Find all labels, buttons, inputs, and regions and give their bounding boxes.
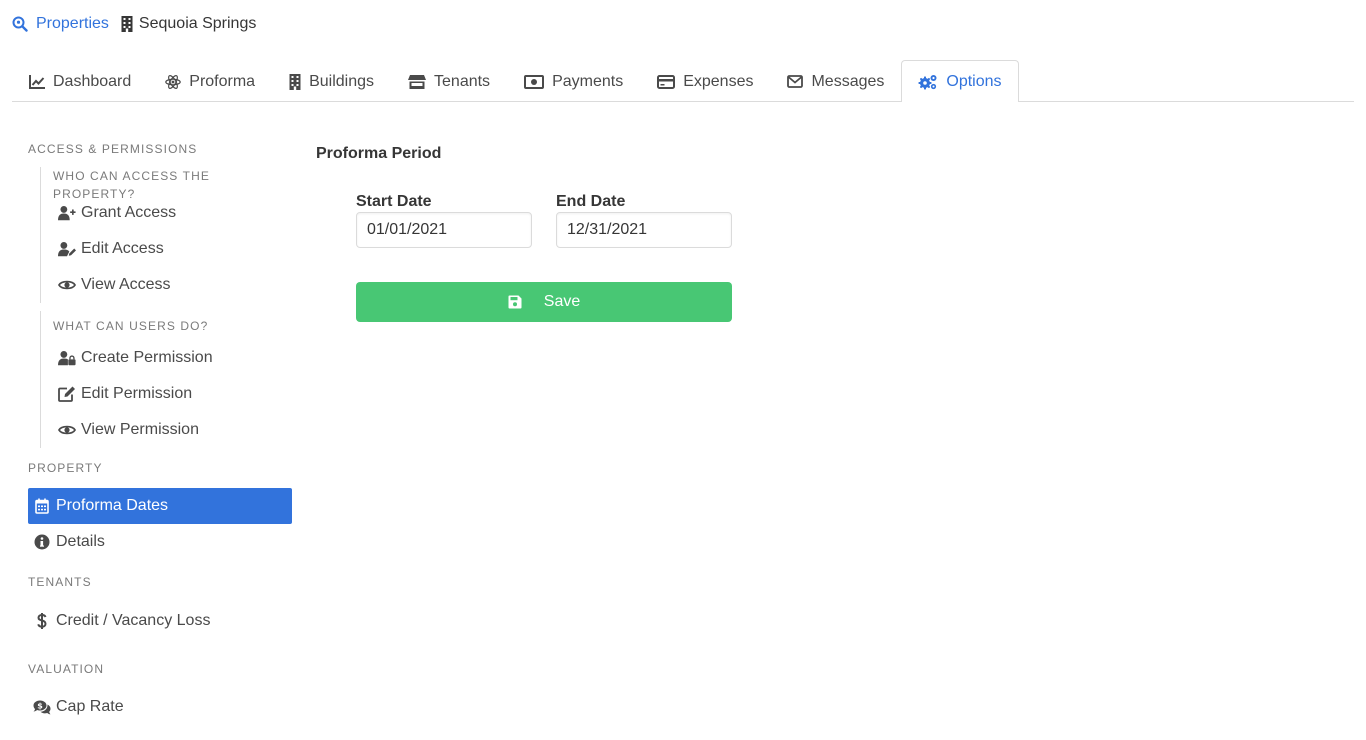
tab-proforma[interactable]: Proforma: [148, 60, 272, 102]
menu-item-cap-rate-label: Cap Rate: [56, 698, 124, 715]
chart-line-icon: [29, 74, 45, 89]
tab-buildings-label: Buildings: [309, 72, 375, 90]
user-plus-icon: [58, 205, 76, 221]
tab-proforma-label: Proforma: [189, 72, 256, 90]
svg-text:$: $: [37, 701, 43, 710]
tab-options[interactable]: Options: [901, 60, 1019, 102]
breadcrumb-current-label: Sequoia Springs: [138, 15, 257, 32]
menu-item-create-permission-label: Create Permission: [81, 349, 213, 366]
comments-dollar-icon: $: [33, 700, 51, 715]
money-bill-icon: [524, 74, 545, 89]
menu-item-create-permission[interactable]: Create Permission: [53, 340, 292, 376]
permission-group: What can users do? Create Permission Edi…: [40, 311, 292, 448]
tenants-list: Credit / Vacancy Loss: [28, 603, 292, 639]
tab-tenants[interactable]: Tenants: [391, 60, 507, 102]
tab-tenants-label: Tenants: [434, 72, 491, 90]
menu-item-credit-vacancy-loss-label: Credit / Vacancy Loss: [56, 612, 211, 629]
tab-messages-label: Messages: [811, 72, 885, 90]
menu-item-proforma-dates-label: Proforma Dates: [56, 497, 169, 514]
menu-item-edit-access-label: Edit Access: [81, 240, 164, 257]
menu-item-view-access[interactable]: View Access: [53, 267, 292, 303]
start-date-field: Start Date: [356, 192, 532, 248]
main-tabs: Dashboard Proforma Buildings Tenants Pay…: [12, 60, 1354, 102]
menu-item-credit-vacancy-loss[interactable]: Credit / Vacancy Loss: [28, 603, 292, 639]
menu-item-proforma-dates[interactable]: Proforma Dates: [28, 488, 292, 524]
breadcrumb-properties-label: Properties: [36, 15, 109, 32]
menu-item-edit-permission[interactable]: Edit Permission: [53, 376, 292, 412]
menu-item-details[interactable]: Details: [28, 524, 292, 560]
save-button-label: Save: [543, 293, 581, 310]
edit-icon: [58, 386, 76, 402]
menu-item-details-label: Details: [56, 533, 105, 550]
menu-item-view-permission-label: View Permission: [81, 421, 199, 438]
menu-item-view-access-label: View Access: [81, 276, 171, 293]
who-list: Grant Access Edit Access View Access: [53, 195, 292, 303]
menu-item-view-permission[interactable]: View Permission: [53, 412, 292, 448]
store-icon: [408, 74, 427, 89]
menu-item-edit-permission-label: Edit Permission: [81, 385, 193, 402]
tab-messages[interactable]: Messages: [770, 60, 901, 102]
eye-icon: [58, 279, 76, 291]
menu-item-edit-access[interactable]: Edit Access: [53, 231, 292, 267]
search-location-icon: [12, 16, 28, 32]
tab-buildings[interactable]: Buildings: [272, 60, 391, 102]
react-atom-icon: [165, 74, 182, 90]
eye-icon: [58, 424, 76, 436]
menu-label-valuation: Valuation: [28, 662, 105, 676]
info-circle-icon: [33, 534, 51, 550]
start-date-input[interactable]: [356, 212, 532, 248]
tab-expenses[interactable]: Expenses: [640, 60, 770, 102]
tab-payments-label: Payments: [552, 72, 624, 90]
tab-payments[interactable]: Payments: [507, 60, 640, 102]
section-title: Proforma Period: [316, 145, 442, 162]
breadcrumb-properties-link[interactable]: Properties: [12, 15, 109, 33]
menu-label-property: Property: [28, 461, 103, 475]
tab-expenses-label: Expenses: [683, 72, 754, 90]
options-menu: Access & Permissions Who can access the …: [28, 140, 292, 725]
tab-dashboard[interactable]: Dashboard: [12, 60, 148, 102]
end-date-input[interactable]: [556, 212, 732, 248]
tab-options-label: Options: [946, 72, 1002, 90]
proforma-dates-panel: Proforma Period Start Date End Date Save: [316, 140, 732, 322]
calendar-icon: [33, 498, 51, 514]
envelope-icon: [787, 75, 804, 88]
menu-sublabel-what: What can users do?: [53, 319, 209, 333]
dollar-sign-icon: [33, 613, 51, 629]
end-date-label: End Date: [556, 193, 626, 210]
what-list: Create Permission Edit Permission View P…: [53, 340, 292, 448]
building-icon: [121, 16, 133, 32]
cogs-icon: [918, 74, 938, 90]
tab-dashboard-label: Dashboard: [53, 72, 132, 90]
user-edit-icon: [58, 241, 76, 257]
user-lock-icon: [58, 350, 76, 366]
end-date-field: End Date: [556, 192, 732, 248]
credit-card-icon: [657, 74, 676, 89]
access-group: Who can access the property? Grant Acces…: [40, 167, 292, 303]
menu-label-access: Access & Permissions: [28, 142, 198, 156]
menu-sublabel-who: Who can access the property?: [53, 169, 210, 201]
save-button[interactable]: Save: [356, 282, 732, 322]
building-icon: [289, 73, 301, 90]
valuation-list: $ Cap Rate: [28, 689, 292, 725]
save-icon: [508, 295, 522, 309]
property-list: Proforma Dates Details: [28, 488, 292, 560]
menu-label-tenants: Tenants: [28, 575, 92, 589]
menu-item-cap-rate[interactable]: $ Cap Rate: [28, 689, 292, 725]
breadcrumb-current: Sequoia Springs: [121, 15, 256, 33]
start-date-label: Start Date: [356, 193, 432, 210]
date-fields: Start Date End Date: [356, 192, 732, 248]
menu-item-grant-access-label: Grant Access: [81, 204, 177, 221]
breadcrumb: Properties Sequoia Springs: [12, 13, 256, 35]
